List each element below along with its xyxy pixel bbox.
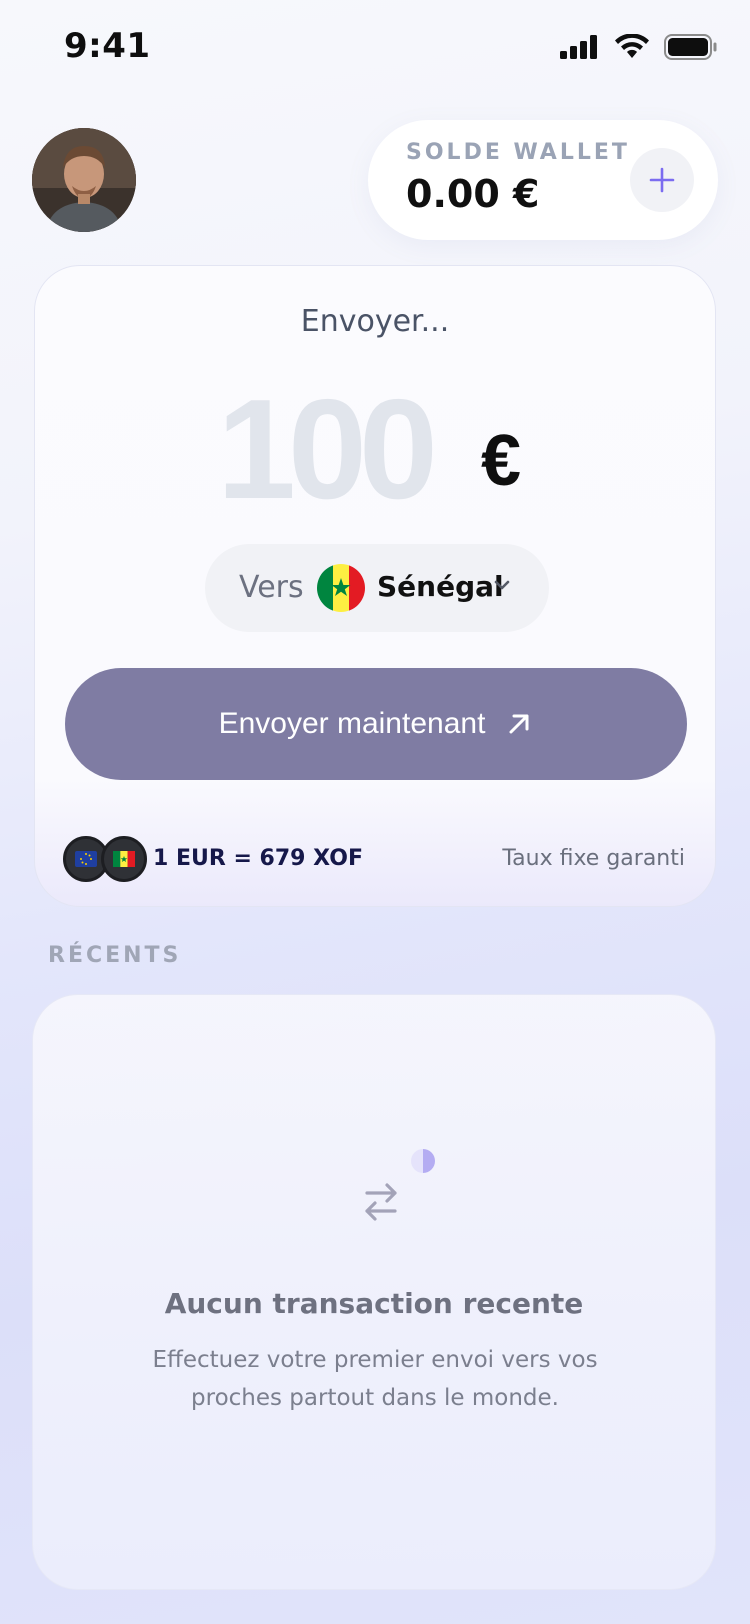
wallet-label: SOLDE WALLET — [406, 140, 630, 165]
chevron-down-icon — [491, 574, 513, 600]
loading-indicator-icon — [411, 1149, 435, 1173]
exchange-rate-row: 1 EUR = 679 XOF Taux fixe garanti — [63, 834, 685, 884]
wallet-balance-card: SOLDE WALLET 0.00 € — [368, 120, 718, 240]
arrow-up-right-icon — [509, 714, 529, 734]
exchange-rate: 1 EUR = 679 XOF — [153, 846, 364, 871]
wifi-icon — [614, 33, 650, 64]
amount-input[interactable]: 100 — [217, 368, 438, 532]
signal-icon — [560, 35, 600, 63]
send-now-label: Envoyer maintenant — [218, 707, 486, 740]
transfer-arrows-icon — [365, 1183, 397, 1221]
senegal-flag-icon — [101, 836, 147, 882]
wallet-amount: 0.00 € — [406, 172, 540, 216]
send-card: Envoyer... 100 € Vers Sénégal Envoyer ma… — [34, 265, 716, 907]
country-name: Sénégal — [377, 570, 504, 603]
amount-row: 100 € — [35, 370, 715, 529]
plus-icon — [649, 167, 675, 193]
recents-card: Aucun transaction recente Effectuez votr… — [32, 994, 716, 1590]
currency-symbol: € — [481, 421, 522, 501]
recents-heading: RÉCENTS — [48, 943, 182, 968]
send-title: Envoyer... — [300, 304, 450, 339]
empty-state-description: Effectuez votre premier envoi vers vos p… — [152, 1347, 598, 1411]
country-prefix: Vers — [239, 570, 304, 605]
empty-state-title: Aucun transaction recente — [164, 1287, 584, 1320]
rate-flags — [63, 834, 147, 884]
add-funds-button[interactable] — [630, 148, 694, 212]
country-selector[interactable]: Vers Sénégal — [205, 544, 549, 632]
senegal-flag-icon — [317, 564, 365, 612]
avatar[interactable] — [32, 128, 136, 232]
send-now-button[interactable]: Envoyer maintenant — [65, 668, 687, 780]
battery-icon — [664, 34, 718, 64]
status-icons — [560, 33, 718, 64]
status-bar: 9:41 — [0, 0, 750, 96]
status-time: 9:41 — [64, 26, 151, 66]
rate-guarantee-note: Taux fixe garanti — [502, 846, 685, 871]
